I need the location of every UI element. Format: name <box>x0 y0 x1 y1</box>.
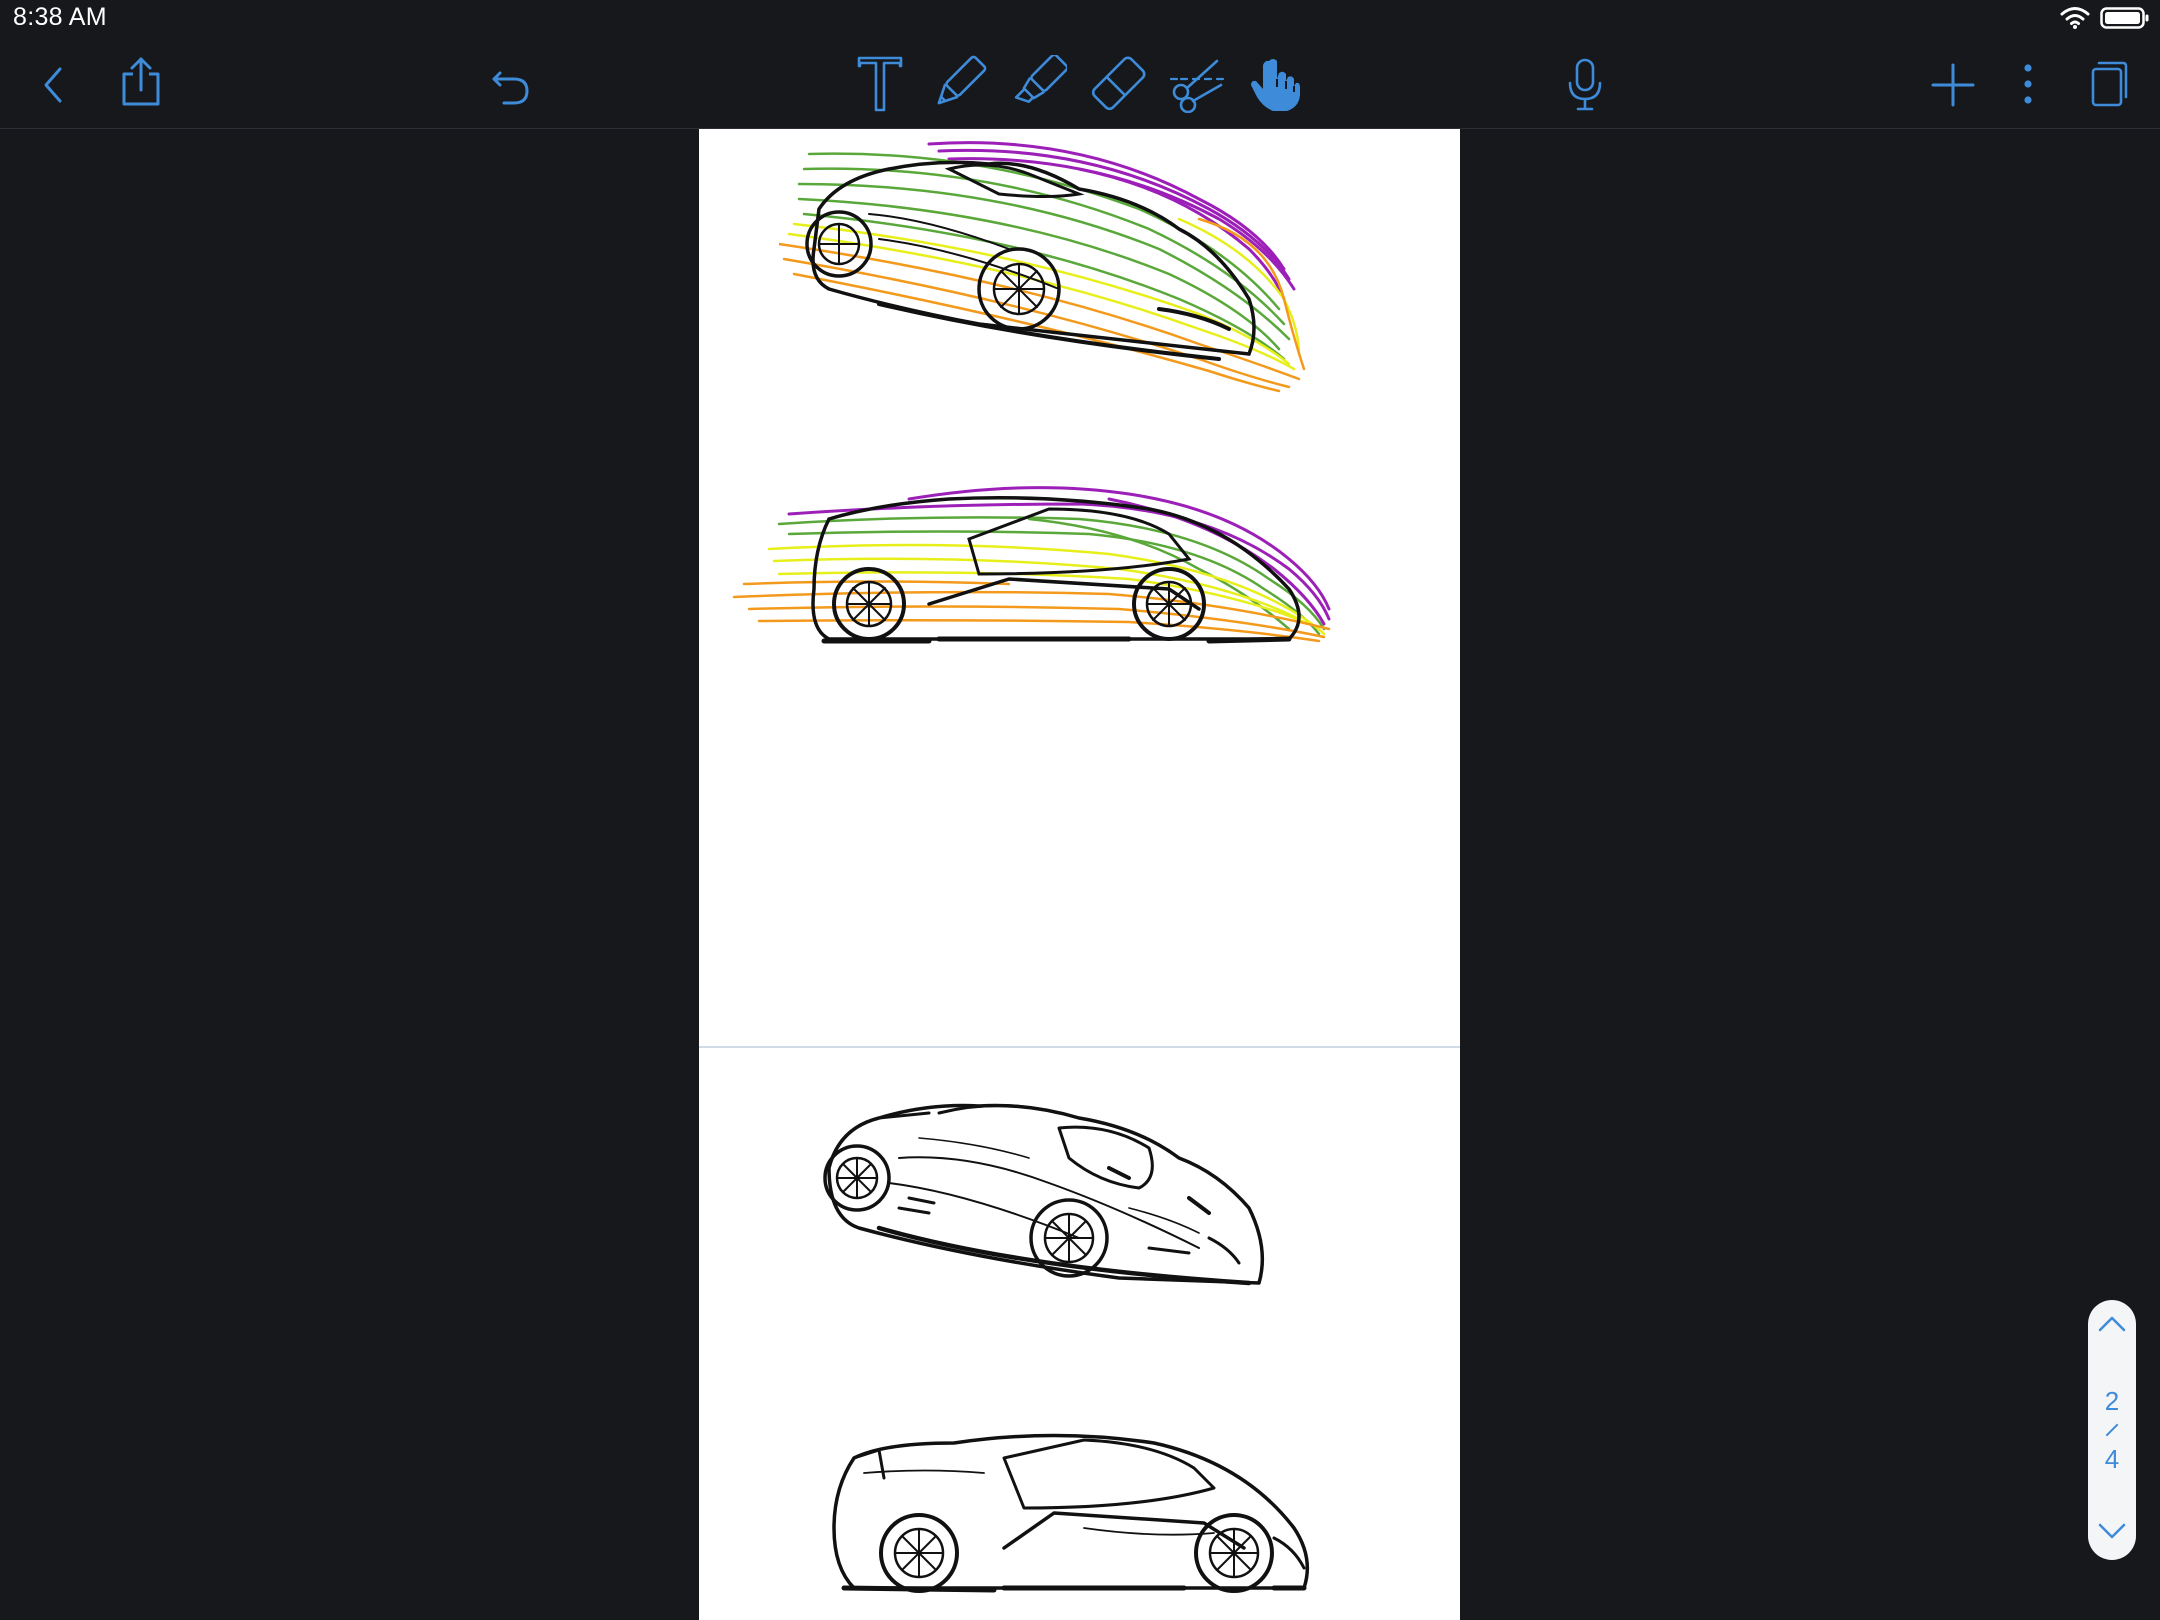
page-indicator: 2 4 <box>2105 1386 2119 1474</box>
car-sketch-side <box>832 1433 1310 1593</box>
status-time: 8:38 AM <box>13 3 107 31</box>
more-icon <box>2024 64 2032 104</box>
chevron-down-icon <box>2098 1523 2126 1539</box>
status-bar: 8:38 AM <box>0 0 2160 40</box>
share-icon <box>122 57 160 106</box>
car-sketch-colored-side <box>732 486 1331 644</box>
car-sketch-angled <box>823 1103 1265 1286</box>
microphone-button[interactable] <box>1562 56 1608 114</box>
lasso-tool-button[interactable] <box>1168 54 1228 114</box>
car-sketch-colored-angled <box>779 141 1306 393</box>
note-page-next[interactable] <box>699 1048 1460 1620</box>
page-up-button[interactable] <box>2097 1314 2127 1339</box>
back-icon <box>44 67 62 103</box>
more-button[interactable] <box>2014 58 2042 110</box>
eraser-tool-button[interactable] <box>1088 54 1148 114</box>
pages-button[interactable] <box>2084 56 2134 112</box>
pen-tool-icon <box>937 55 987 105</box>
toolbar <box>0 40 2160 129</box>
text-tool-icon <box>857 56 903 112</box>
add-page-button[interactable] <box>1928 60 1978 110</box>
pages-icon <box>2091 61 2128 107</box>
hand-tool-icon <box>1251 59 1300 111</box>
undo-button[interactable] <box>486 60 536 110</box>
current-page: 2 <box>2104 1386 2120 1416</box>
note-page[interactable] <box>699 129 1460 1046</box>
text-tool-button[interactable] <box>854 54 906 114</box>
total-pages: 4 <box>2104 1444 2120 1474</box>
undo-icon <box>492 71 529 105</box>
back-button[interactable] <box>30 62 76 108</box>
add-page-icon <box>1931 63 1975 107</box>
eraser-tool-icon <box>1091 56 1146 111</box>
microphone-icon <box>1568 58 1602 111</box>
lasso-tool-icon <box>1169 59 1225 113</box>
highlighter-tool-button[interactable] <box>1008 54 1068 114</box>
page-navigator: 2 4 <box>2088 1300 2136 1560</box>
page-down-button[interactable] <box>2097 1521 2127 1546</box>
battery-icon <box>2100 6 2150 35</box>
page-separator <box>2105 1423 2119 1437</box>
highlighter-tool-icon <box>1014 55 1067 103</box>
status-icons <box>2060 4 2150 36</box>
share-button[interactable] <box>116 54 166 110</box>
chevron-up-icon <box>2098 1316 2126 1332</box>
pen-tool-button[interactable] <box>928 54 988 114</box>
wifi-icon <box>2060 6 2090 35</box>
hand-tool-button[interactable] <box>1246 54 1306 114</box>
